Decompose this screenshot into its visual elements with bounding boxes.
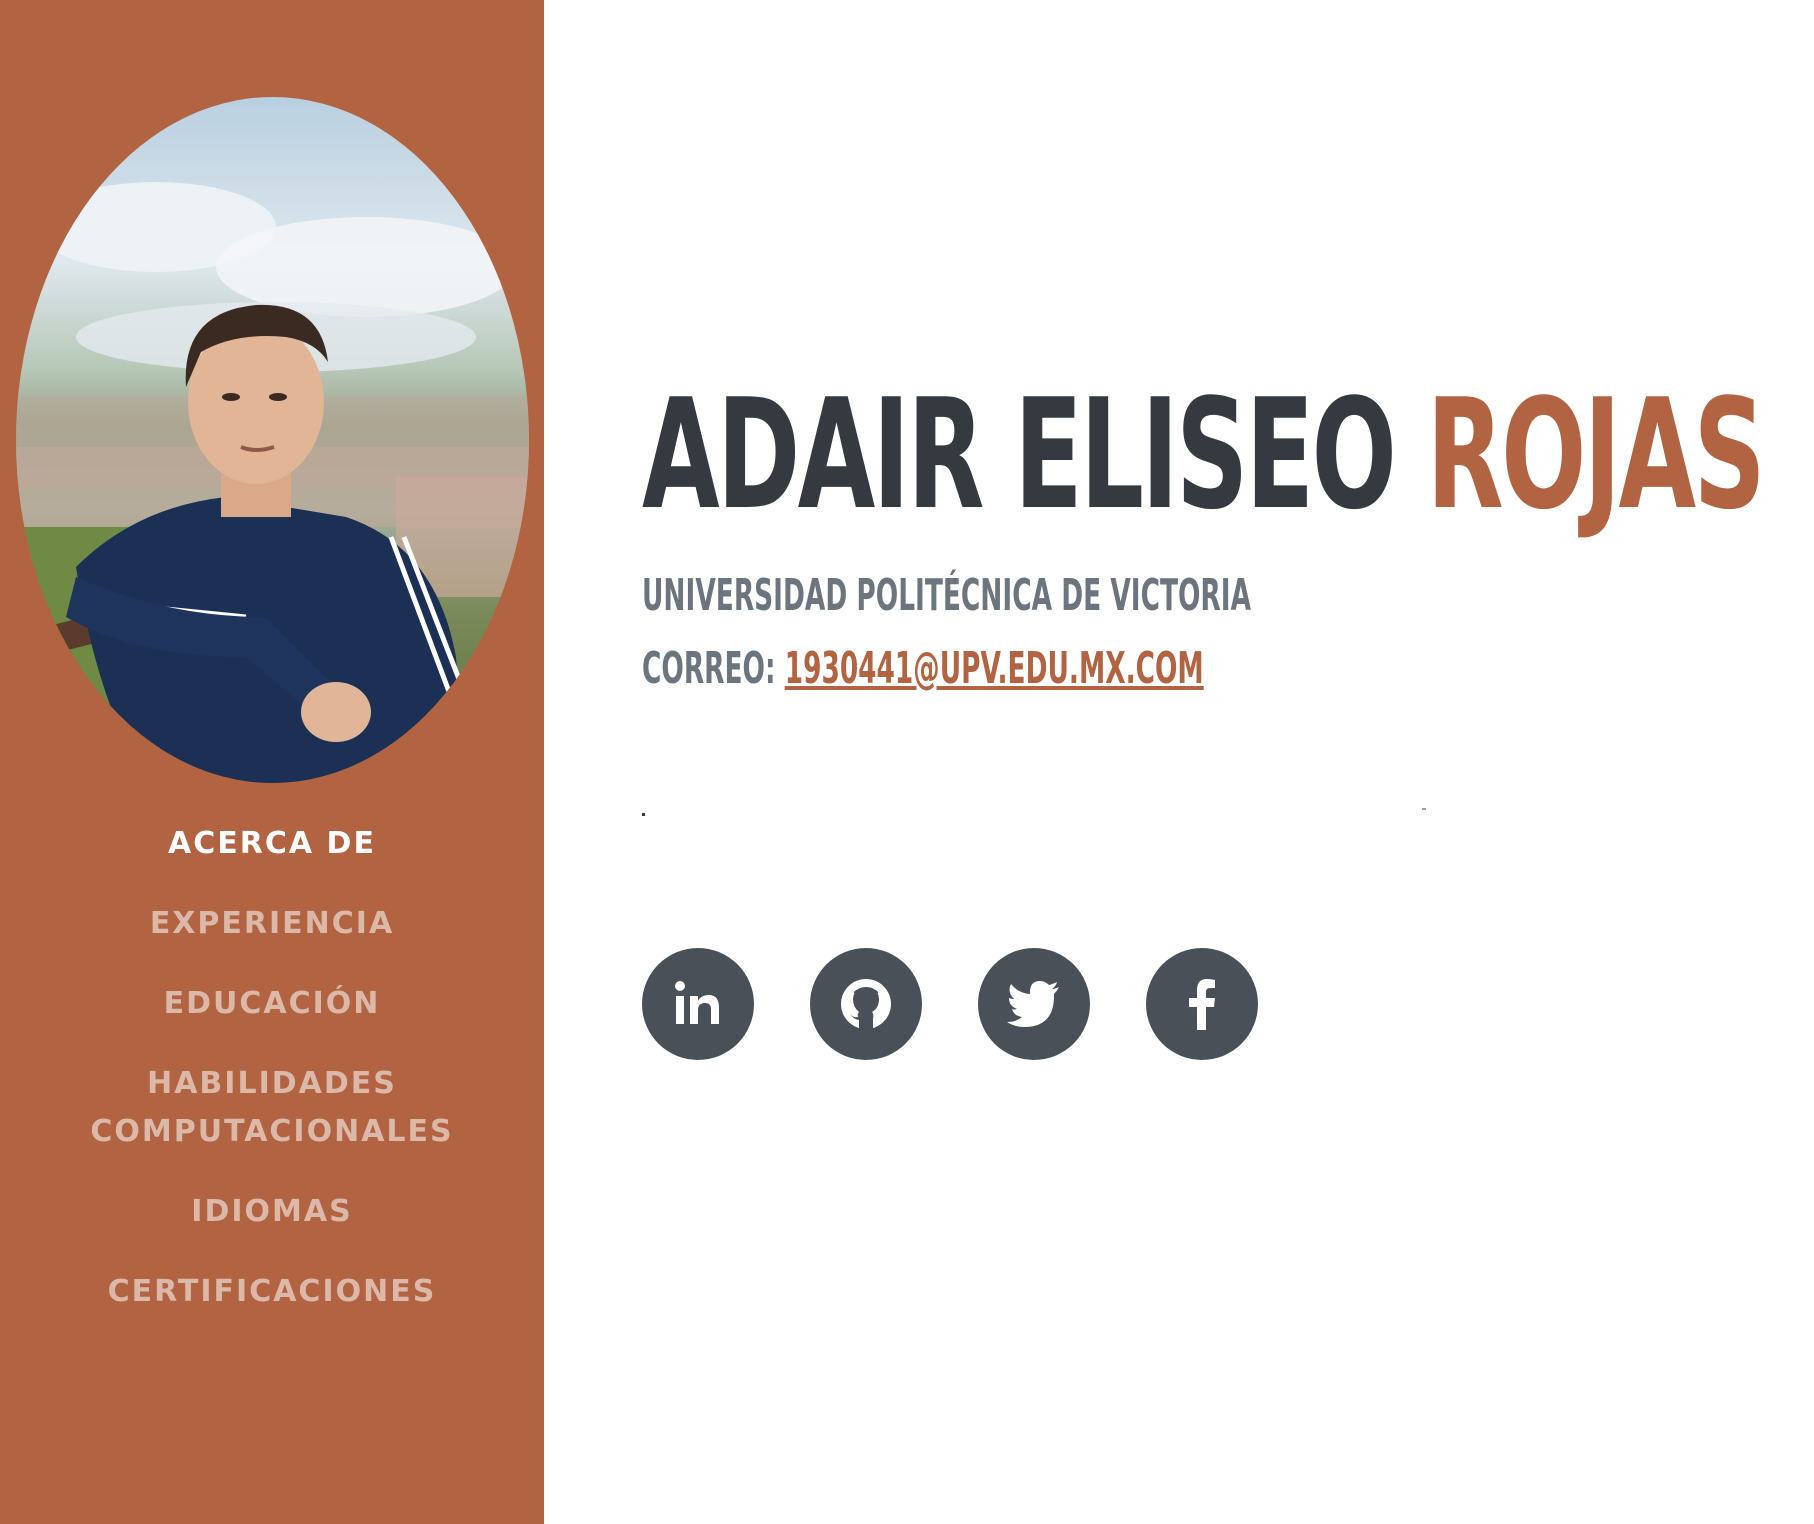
sidebar-nav: ACERCA DE EXPERIENCIA EDUCACIÓN HABILIDA… — [0, 820, 544, 1348]
nav-item-idiomas[interactable]: IDIOMAS — [0, 1188, 544, 1236]
last-name: ROJAS — [1426, 366, 1766, 543]
email-link[interactable]: 1930441@UPV.EDU.MX.COM — [785, 643, 1204, 694]
linkedin-icon — [675, 981, 719, 1024]
sidebar: ACERCA DE EXPERIENCIA EDUCACIÓN HABILIDA… — [0, 0, 544, 1524]
profile-photo — [16, 182, 529, 783]
facebook-icon — [1189, 979, 1215, 1030]
twitter-link[interactable] — [978, 948, 1090, 1060]
github-link[interactable] — [810, 948, 922, 1060]
github-icon — [841, 979, 891, 1029]
nav-item-certificaciones[interactable]: CERTIFICACIONES — [0, 1268, 544, 1316]
divider-dot — [1422, 808, 1426, 810]
avatar — [16, 97, 529, 783]
nav-item-experiencia[interactable]: EXPERIENCIA — [0, 900, 544, 948]
nav-item-acerca-de[interactable]: ACERCA DE — [0, 820, 544, 868]
linkedin-link[interactable] — [642, 948, 754, 1060]
email-label: CORREO: — [642, 643, 776, 694]
page-title: ADAIR ELISEO ROJAS — [642, 370, 1766, 540]
nav-item-habilidades-computacionales[interactable]: HABILIDADES COMPUTACIONALES — [0, 1060, 544, 1156]
social-links — [642, 948, 1258, 1060]
university-subheading: UNIVERSIDAD POLITÉCNICA DE VICTORIA — [642, 570, 1252, 621]
first-names: ADAIR ELISEO — [642, 366, 1397, 543]
nav-item-educacion[interactable]: EDUCACIÓN — [0, 980, 544, 1028]
main-content: ADAIR ELISEO ROJAS UNIVERSIDAD POLITÉCNI… — [642, 0, 1814, 1524]
divider-dot — [642, 813, 645, 816]
page: ACERCA DE EXPERIENCIA EDUCACIÓN HABILIDA… — [0, 0, 1814, 1524]
contact-line: CORREO: 1930441@UPV.EDU.MX.COM — [642, 638, 1204, 700]
facebook-link[interactable] — [1146, 948, 1258, 1060]
twitter-icon — [1007, 981, 1059, 1027]
